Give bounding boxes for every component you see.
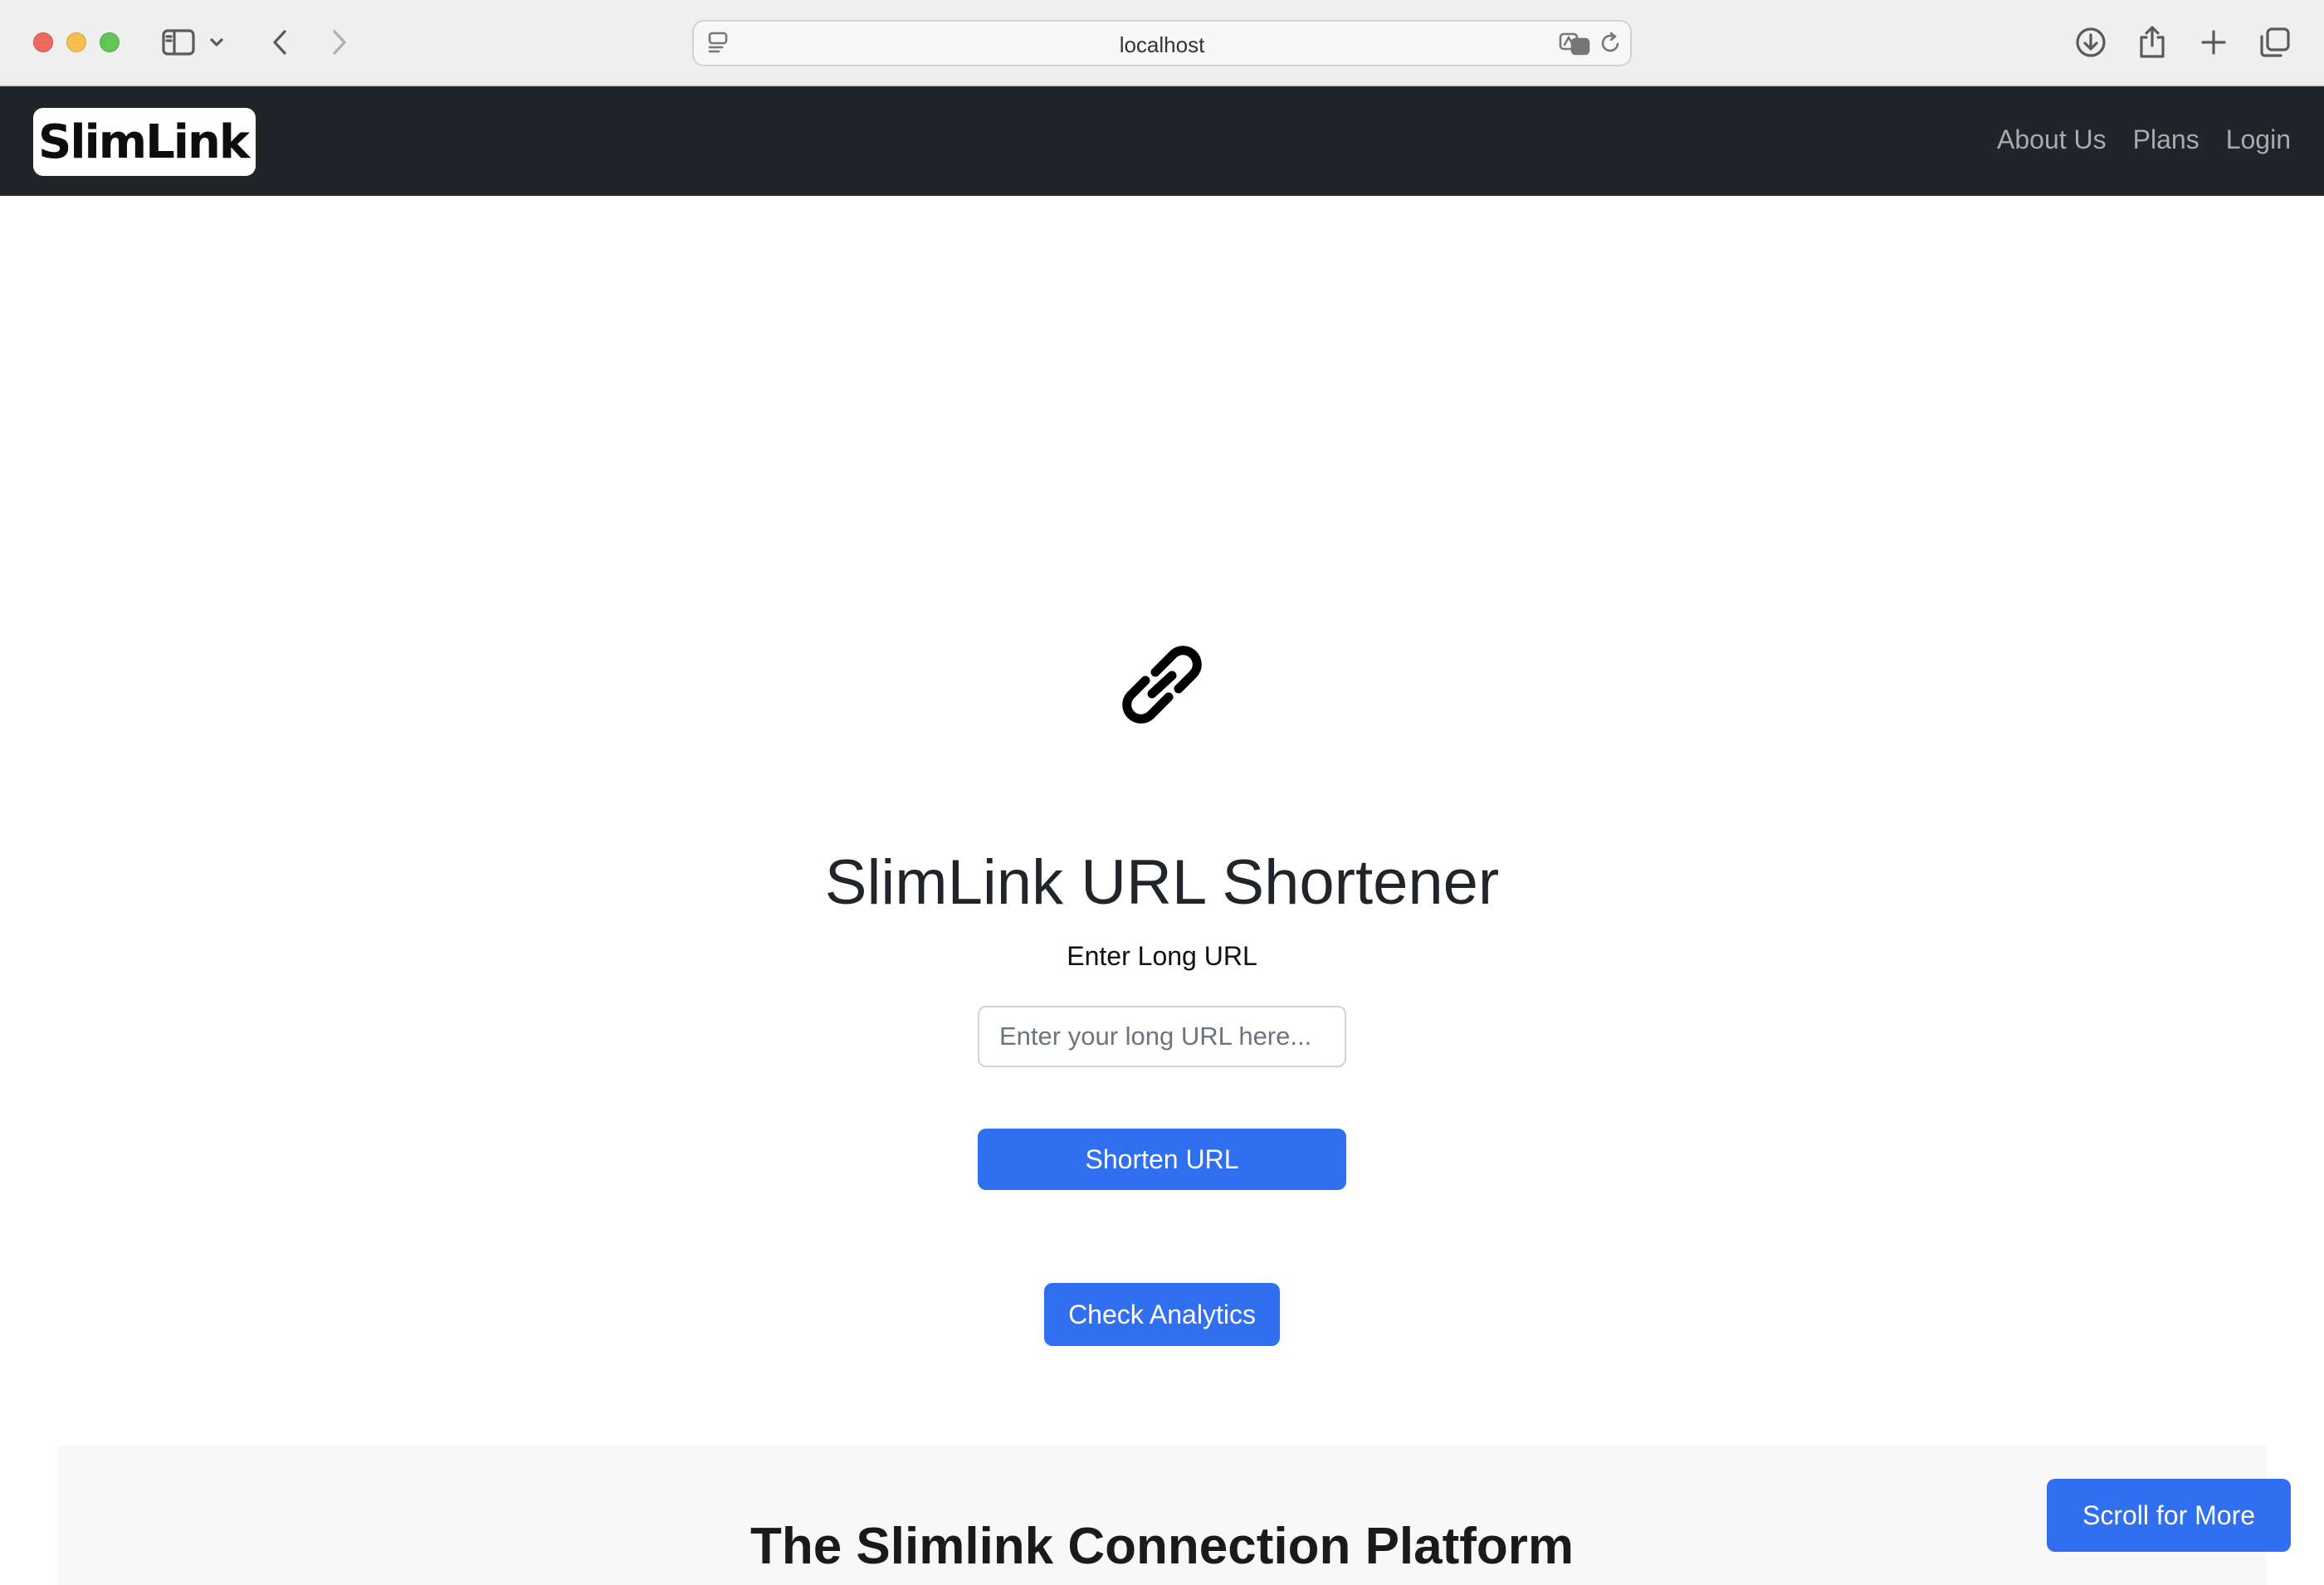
nav-link-login[interactable]: Login: [2226, 124, 2291, 155]
address-text: localhost: [1119, 32, 1205, 57]
nav-link-about-us[interactable]: About Us: [1997, 124, 2107, 155]
close-window-button[interactable]: [33, 32, 53, 52]
platform-section: The Slimlink Connection Platform: [58, 1446, 2266, 1585]
site-navbar: SlimLink About Us Plans Login: [0, 86, 2324, 196]
new-tab-icon[interactable]: [2193, 22, 2234, 63]
page-title: SlimLink URL Shortener: [824, 847, 1500, 918]
address-bar[interactable]: localhost: [692, 20, 1632, 66]
tabs-overview-icon[interactable]: [2254, 22, 2296, 63]
browser-toolbar: localhost: [0, 0, 2324, 86]
long-url-label: Enter Long URL: [1067, 941, 1257, 971]
check-analytics-button[interactable]: Check Analytics: [1044, 1283, 1280, 1346]
shorten-url-button[interactable]: Shorten URL: [978, 1129, 1346, 1190]
sidebar-icon[interactable]: [158, 22, 199, 63]
zoom-window-button[interactable]: [100, 32, 120, 52]
platform-title: The Slimlink Connection Platform: [749, 1518, 1575, 1575]
logo-text: SlimLink: [38, 115, 250, 169]
chevron-down-icon[interactable]: [204, 22, 229, 63]
reload-icon[interactable]: [1600, 32, 1622, 59]
minimize-window-button[interactable]: [66, 32, 86, 52]
nav-link-plans[interactable]: Plans: [2133, 124, 2200, 155]
long-url-input[interactable]: [978, 1006, 1346, 1067]
download-icon[interactable]: [2070, 22, 2112, 63]
link-icon: [1112, 639, 1212, 730]
translate-icon[interactable]: [1559, 32, 1592, 61]
scroll-for-more-button[interactable]: Scroll for More: [2047, 1479, 2291, 1552]
nav-links: About Us Plans Login: [1997, 124, 2291, 155]
slimlink-logo[interactable]: SlimLink: [33, 108, 256, 176]
back-icon[interactable]: [259, 22, 300, 63]
share-icon[interactable]: [2131, 22, 2173, 63]
forward-icon[interactable]: [319, 22, 360, 63]
